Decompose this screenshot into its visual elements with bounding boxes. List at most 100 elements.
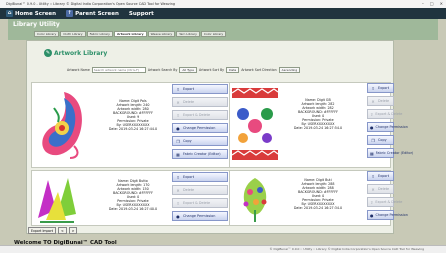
- info-date: Date: 2019-03-24 16:27:34.0: [293, 206, 343, 210]
- permission-icon: ●: [370, 212, 374, 218]
- tab-cloth-library[interactable]: Cloth Library: [60, 31, 86, 37]
- menu-parent-label: Parent Screen: [75, 10, 119, 17]
- export-delete-button[interactable]: ⇪ Export & Delete: [172, 198, 228, 208]
- permission-icon: ●: [176, 125, 180, 131]
- permission-icon: ●: [176, 213, 180, 219]
- export-delete-label: Export & Delete: [375, 112, 403, 116]
- maximize-icon[interactable]: □: [430, 0, 434, 8]
- artwork-thumbnail[interactable]: [34, 174, 80, 224]
- library-title: Library Utility: [13, 21, 60, 28]
- export-delete-label: Export & Delete: [183, 113, 211, 117]
- delete-button[interactable]: ✕ Delete: [367, 184, 394, 194]
- export-icon: ⇪: [371, 85, 375, 91]
- export-button[interactable]: ⇪ Export: [172, 172, 228, 182]
- filter-bar: Artwork Name Artwork Search By All Type …: [67, 67, 301, 73]
- sort-direction-label: Artwork Sort Direction: [241, 68, 277, 72]
- window-titlebar: DigiBunai™ 0.9.0 - Utility :: Library © …: [0, 0, 446, 8]
- tab-artwork-library[interactable]: Artwork Library: [113, 31, 147, 37]
- tab-yarn-library[interactable]: Yarn Library: [176, 31, 200, 37]
- pagination-controls: Export Import < >: [28, 227, 78, 234]
- artwork-info: Name: Digit Butto Artwork length: 170 Ar…: [98, 179, 168, 211]
- butta-artwork-icon: [38, 178, 76, 223]
- delete-button[interactable]: ✕ Delete: [172, 185, 228, 195]
- delete-label: Delete: [183, 100, 195, 104]
- menu-support-label: Support: [128, 10, 154, 17]
- change-permission-label: Change Permission: [183, 126, 216, 130]
- status-bar: © DigiBunai™ 0.9.0 :: Utility :: Library…: [0, 245, 446, 253]
- change-permission-button[interactable]: ● Change Permission: [367, 210, 408, 220]
- menu-home-screen[interactable]: ⌂ Home Screen: [6, 10, 56, 17]
- artwork-search-input[interactable]: [91, 67, 146, 73]
- delete-label: Delete: [378, 99, 390, 103]
- paisley-artwork-icon: [42, 92, 82, 159]
- library-header: Library Utility Color Library Cloth Libr…: [8, 19, 438, 40]
- change-permission-button[interactable]: ● Change Permission: [172, 211, 228, 221]
- tab-color-library-2[interactable]: Color Library: [200, 31, 227, 37]
- copy-button[interactable]: ❐ Copy: [172, 136, 228, 146]
- artwork-card[interactable]: Name: Digit Pals Artwork length: 240 Art…: [31, 82, 239, 168]
- export-delete-icon: ⇪: [370, 111, 374, 117]
- copy-label: Copy: [378, 138, 387, 142]
- export-import-button[interactable]: Export Import: [28, 227, 57, 234]
- fabric-creator-label: Fabric Creator (Editor): [183, 152, 221, 156]
- export-delete-button[interactable]: ⇪ Export & Delete: [367, 197, 402, 207]
- copy-label: Copy: [183, 139, 192, 143]
- export-icon: ⇪: [371, 173, 375, 179]
- export-delete-button[interactable]: ⇪ Export & Delete: [172, 110, 228, 120]
- info-date: Date: 2019-03-24 16:27:54.0: [293, 126, 343, 130]
- export-button[interactable]: ⇪ Export: [172, 84, 228, 94]
- fabric-creator-icon: ▦: [370, 150, 374, 156]
- permission-icon: ●: [370, 124, 374, 130]
- sort-by-select[interactable]: Date: [226, 67, 240, 73]
- info-date: Date: 2019-03-24 16:27:40.0: [108, 207, 158, 211]
- export-delete-icon: ⇪: [176, 200, 180, 206]
- export-label: Export: [378, 174, 390, 178]
- parent-icon: ↑: [66, 10, 74, 17]
- copy-button[interactable]: ❐ Copy: [367, 135, 394, 145]
- export-button[interactable]: ⇪ Export: [367, 83, 394, 93]
- delete-label: Delete: [183, 188, 195, 192]
- export-label: Export: [378, 86, 390, 90]
- fabric-creator-button[interactable]: ▦ Fabric Creator (Editor): [172, 149, 228, 159]
- tab-fabric-library[interactable]: Fabric Library: [86, 31, 113, 37]
- export-label: Export: [183, 175, 195, 179]
- delete-icon: ✕: [371, 186, 375, 192]
- export-delete-button[interactable]: ⇪ Export & Delete: [367, 109, 402, 119]
- tab-color-library[interactable]: Color Library: [34, 31, 60, 37]
- change-permission-button[interactable]: ● Change Permission: [172, 123, 228, 133]
- artwork-thumbnail[interactable]: [232, 86, 278, 164]
- artwork-card[interactable]: Name: Digit Butto Artwork length: 170 Ar…: [31, 170, 239, 226]
- change-permission-label: Change Permission: [375, 125, 408, 129]
- fabric-creator-button[interactable]: ▦ Fabric Creator (Editor): [367, 148, 413, 158]
- artwork-thumbnail[interactable]: [232, 174, 278, 224]
- artwork-panel: ✎ Artwork Library Artwork Name Artwork S…: [26, 40, 413, 234]
- fabric-creator-icon: ▦: [176, 151, 180, 157]
- export-label: Export: [183, 87, 195, 91]
- export-icon: ⇪: [176, 86, 180, 92]
- minimize-icon[interactable]: –: [422, 0, 424, 8]
- search-by-select[interactable]: All Type: [179, 67, 197, 73]
- export-delete-icon: ⇪: [176, 112, 180, 118]
- close-icon[interactable]: ✕: [440, 0, 443, 8]
- delete-icon: ✕: [176, 99, 180, 105]
- export-delete-label: Export & Delete: [183, 201, 211, 205]
- prev-page-button[interactable]: <: [58, 227, 67, 234]
- border-pattern-artwork-icon: [232, 88, 278, 160]
- menu-support[interactable]: Support: [129, 11, 154, 17]
- export-button[interactable]: ⇪ Export: [367, 171, 394, 181]
- sort-direction-select[interactable]: Ascending: [278, 67, 301, 73]
- artwork-icon: ✎: [44, 49, 52, 57]
- export-delete-icon: ⇪: [370, 199, 374, 205]
- export-delete-label: Export & Delete: [375, 200, 403, 204]
- next-page-button[interactable]: >: [68, 227, 78, 234]
- change-permission-button[interactable]: ● Change Permission: [367, 122, 408, 132]
- artwork-thumbnail[interactable]: [34, 86, 90, 164]
- tab-weave-library[interactable]: Weave Library: [147, 31, 176, 37]
- artwork-library-heading: ✎ Artwork Library: [44, 49, 107, 57]
- delete-button[interactable]: ✕ Delete: [367, 96, 394, 106]
- menu-parent-screen[interactable]: ↑ Parent Screen: [66, 10, 119, 17]
- change-permission-label: Change Permission: [183, 214, 216, 218]
- search-by-label: Artwork Search By: [147, 68, 178, 72]
- delete-label: Delete: [378, 187, 390, 191]
- delete-button[interactable]: ✕ Delete: [172, 97, 228, 107]
